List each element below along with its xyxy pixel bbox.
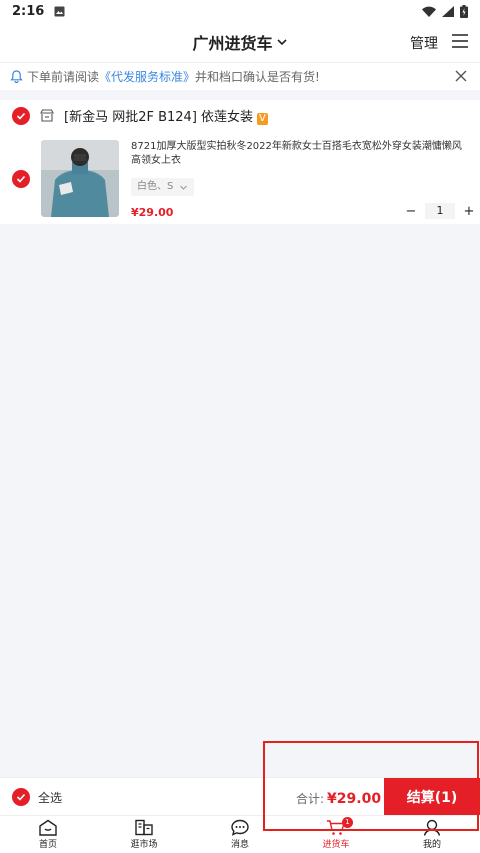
product-thumbnail[interactable] <box>41 140 119 217</box>
menu-icon[interactable] <box>452 33 468 49</box>
select-all-toggle[interactable]: 全选 <box>12 788 62 806</box>
tab-cart[interactable]: 进货车 1 <box>288 816 384 853</box>
cart-count-badge: 1 <box>342 817 353 828</box>
checkmark-icon <box>16 175 26 183</box>
item-checkbox[interactable] <box>12 170 30 188</box>
total-label: 合计: <box>296 792 325 806</box>
checkmark-icon <box>16 112 26 120</box>
page-title: 广州进货车 <box>192 34 273 53</box>
app-header: 广州进货车 管理 <box>0 22 480 62</box>
select-all-label: 全选 <box>38 790 63 805</box>
variant-selector[interactable]: 白色、S <box>131 178 195 196</box>
wifi-icon <box>422 6 436 17</box>
tab-label: 首页 <box>38 840 57 850</box>
notice-text-before: 下单前请阅读 <box>27 70 100 84</box>
quantity-input[interactable]: 1 <box>425 203 455 219</box>
gallery-notification-icon <box>54 6 65 16</box>
decrease-quantity-button[interactable]: − <box>403 204 419 219</box>
quantity-stepper: − 1 + <box>403 203 477 219</box>
status-bar: 2:16 <box>0 0 480 22</box>
total-amount: ¥29.00 <box>327 791 382 807</box>
profile-icon <box>423 819 441 836</box>
bell-icon <box>10 70 23 83</box>
variant-value: 白色、S <box>137 181 174 192</box>
store-row: [新金马 网批2F B124] 依莲女装 V <box>12 106 268 125</box>
tab-market[interactable]: 逛市场 <box>96 816 192 853</box>
store-icon <box>40 109 54 122</box>
tab-label: 消息 <box>230 840 249 850</box>
product-price: ¥29.00 <box>131 206 174 219</box>
increase-quantity-button[interactable]: + <box>461 204 477 219</box>
select-all-checkbox[interactable] <box>12 788 30 806</box>
tab-home[interactable]: 首页 <box>0 816 96 853</box>
checkout-button[interactable]: 结算(1) <box>384 778 480 816</box>
tab-messages[interactable]: 消息 <box>192 816 288 853</box>
status-time: 2:16 <box>12 3 45 19</box>
notice-banner: 下单前请阅读 《代发服务标准》 并和档口确认是否有货! <box>0 62 480 90</box>
product-name[interactable]: 8721加厚大版型实拍秋冬2022年新款女士百搭毛衣宽松外穿女装潮慵懒风高领女上… <box>131 140 466 168</box>
cart-region-selector[interactable]: 广州进货车 <box>192 30 287 54</box>
service-standard-link[interactable]: 《代发服务标准》 <box>99 68 195 85</box>
tab-label: 我的 <box>422 840 441 850</box>
chevron-down-icon <box>180 185 188 190</box>
market-icon <box>135 819 153 836</box>
close-icon[interactable] <box>454 69 468 83</box>
message-icon <box>231 819 249 836</box>
manage-button[interactable]: 管理 <box>410 33 438 53</box>
checkmark-icon <box>16 793 26 801</box>
total-summary: 合计: ¥29.00 <box>296 790 381 807</box>
tab-label: 逛市场 <box>130 840 158 850</box>
notice-text-after: 并和档口确认是否有货! <box>195 70 320 84</box>
tab-profile[interactable]: 我的 <box>384 816 480 853</box>
vip-badge: V <box>257 113 268 125</box>
home-icon <box>39 819 57 836</box>
cart-store-card: [新金马 网批2F B124] 依莲女装 V 8721加厚大版型实拍秋冬2022年… <box>0 100 480 224</box>
store-name[interactable]: [新金马 网批2F B124] 依莲女装 V <box>64 106 268 125</box>
store-checkbox[interactable] <box>12 106 30 125</box>
chevron-down-icon <box>276 39 287 46</box>
tab-label: 进货车 <box>322 840 350 850</box>
signal-icon <box>442 5 454 17</box>
bottom-tab-bar: 首页 逛市场 消息 进货车 1 我的 <box>0 815 480 853</box>
battery-icon <box>460 4 468 18</box>
checkout-bar: 全选 合计: ¥29.00 结算(1) <box>0 777 480 816</box>
